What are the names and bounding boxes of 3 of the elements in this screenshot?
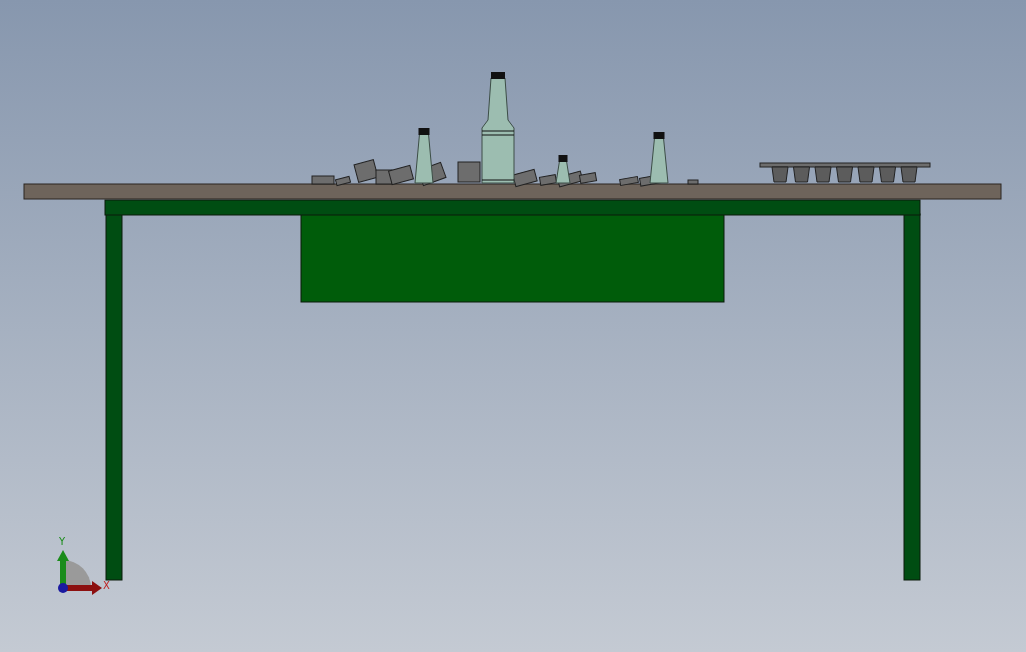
y-axis-label: Y bbox=[59, 536, 66, 547]
origin-icon bbox=[58, 583, 68, 593]
x-axis-label: X bbox=[103, 580, 110, 591]
